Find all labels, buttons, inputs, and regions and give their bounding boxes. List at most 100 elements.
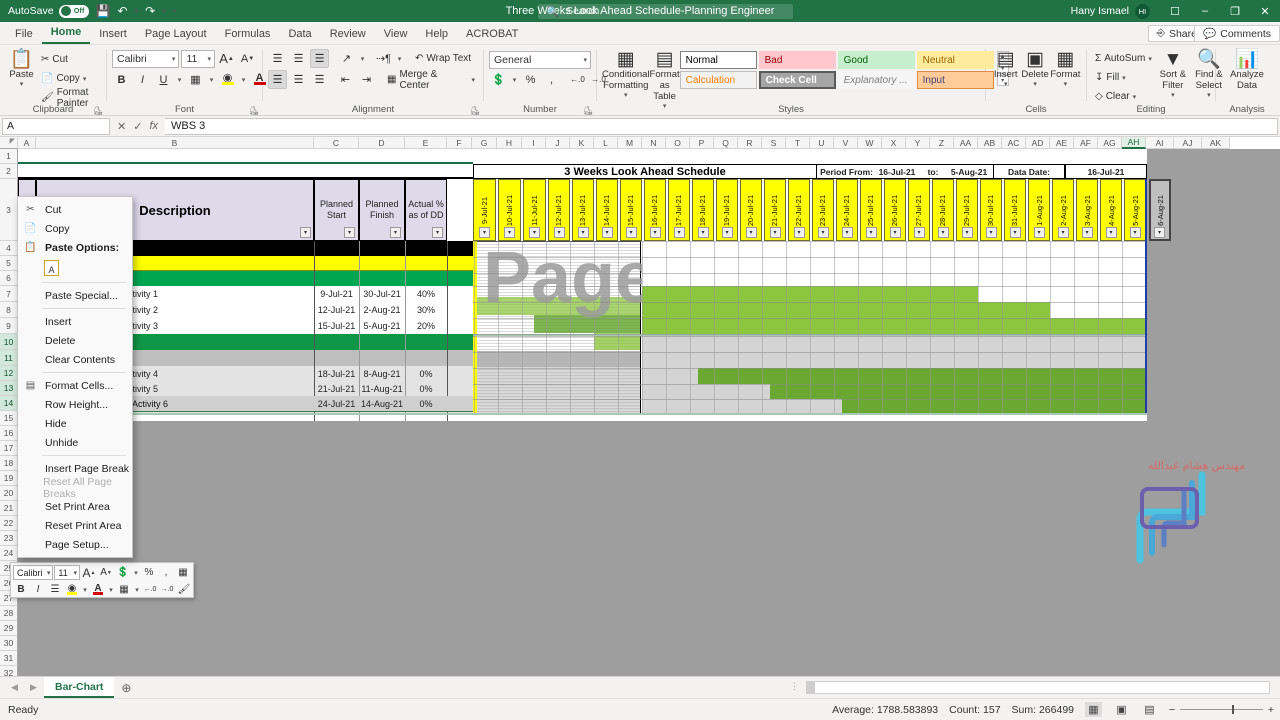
context-menu-item-paste-special[interactable]: Paste Special... [18,286,132,305]
row-header-6[interactable]: 6 [0,271,18,286]
col-header-AI[interactable]: AI [1146,137,1174,149]
percent-style-button[interactable]: % [521,70,540,89]
tab-review[interactable]: Review [321,25,375,44]
filter-planned-start[interactable]: ▾ [344,227,355,238]
font-size-combo[interactable]: 11 ▾ [181,49,215,68]
col-header-AB[interactable]: AB [978,137,1002,149]
row-header-31[interactable]: 31 [0,651,18,666]
comments-button[interactable]: 💬 Comments [1194,25,1280,42]
row-header-8[interactable]: 8 [0,302,18,318]
mini-percent-button[interactable]: % [141,565,157,581]
context-menu-item-reset-print-area[interactable]: Reset Print Area [18,516,132,535]
align-bottom-icon[interactable]: ☰ [310,49,329,68]
col-header-AC[interactable]: AC [1002,137,1026,149]
bold-button[interactable]: B [112,70,131,89]
style-good[interactable]: Good [837,51,915,69]
col-header-A[interactable]: A [18,137,36,149]
align-left-icon[interactable]: ☰ [268,70,287,89]
mini-toolbar[interactable]: Calibri ▾ 11 ▾ A ▲ A ▼ 💲 ▾ % , ▦ B I ☰ ◉ ▾ [10,562,194,598]
date-filter-1[interactable]: ▾ [479,227,490,238]
date-filter-13[interactable]: ▾ [769,227,781,238]
date-filter-26[interactable]: ▾ [1081,227,1093,238]
row-header-3[interactable]: 3 [0,179,18,241]
orientation-dropdown-icon[interactable]: ▾ [358,49,367,68]
col-header-X[interactable]: X [882,137,906,149]
date-filter-2[interactable]: ▾ [504,227,515,238]
col-header-C[interactable]: C [314,137,359,149]
align-middle-icon[interactable]: ☰ [289,49,308,68]
previous-sheet-icon[interactable]: ◀ [6,679,23,696]
restore-button[interactable]: ❐ [1220,0,1250,22]
row-header-15[interactable]: 15 [0,411,18,426]
col-header-K[interactable]: K [570,137,594,149]
row-header-23[interactable]: 23 [0,531,18,546]
row-header-7[interactable]: 7 [0,286,18,302]
font-family-combo[interactable]: Calibri ▾ [112,49,180,68]
alignment-dialog-launcher[interactable]: ⛸ [470,106,480,115]
date-filter-6[interactable]: ▾ [601,227,613,238]
select-all-corner[interactable]: ◤ [0,137,18,149]
zoom-out-button[interactable]: − [1169,704,1175,716]
text-direction-icon[interactable]: ⇢¶ [374,49,393,68]
row-header-5[interactable]: 5 [0,256,18,271]
tab-help[interactable]: Help [416,25,457,44]
col-header-J[interactable]: J [546,137,570,149]
row-header-21[interactable]: 21 [0,501,18,516]
horizontal-scrollbar[interactable] [806,681,1270,694]
gantt-chart-area[interactable]: Page 1 [473,179,1147,415]
row-header-11[interactable]: 11 [0,350,18,366]
paste-options-row[interactable]: A [18,257,132,279]
search-box[interactable]: 🔍 Search [538,3,793,19]
save-icon[interactable]: 💾 [96,4,111,18]
zoom-slider[interactable]: − + [1169,704,1274,716]
context-menu-item-unhide[interactable]: Unhide [18,433,132,452]
formula-input[interactable]: WBS 3 [165,117,1278,135]
close-button[interactable]: ✕ [1250,0,1280,22]
row-header-29[interactable]: 29 [0,621,18,636]
chevron-down-icon[interactable]: ▾ [1064,81,1068,89]
mini-accounting-format-icon[interactable]: 💲 [115,565,131,581]
chevron-down-icon[interactable]: ▾ [1122,74,1126,82]
font-dialog-launcher[interactable]: ⛸ [249,106,259,115]
increase-decimal-icon[interactable]: ←.0 [568,70,587,89]
col-header-D[interactable]: D [359,137,405,149]
decrease-indent-icon[interactable]: ⇤ [336,70,355,89]
tab-data[interactable]: Data [279,25,320,44]
col-header-O[interactable]: O [666,137,690,149]
row-header-16[interactable]: 16 [0,426,18,441]
mini-merge-center-icon[interactable]: ▦ [175,565,191,581]
name-box[interactable]: A [2,117,110,135]
row-header-14[interactable]: 14 [0,396,18,411]
mini-borders-dropdown-icon[interactable]: ▾ [133,582,141,598]
mini-bold-button[interactable]: B [13,582,29,598]
page-break-preview-icon[interactable]: ▤ [1141,702,1158,717]
col-header-M[interactable]: M [618,137,642,149]
split-handle[interactable]: ⋮ [790,681,799,692]
undo-dropdown-icon[interactable]: ▾ [135,7,139,15]
fill-color-icon[interactable]: ◉ [218,70,237,89]
increase-font-size-button[interactable]: A ▲ [217,49,236,68]
autosum-button[interactable]: Σ AutoSum ▾ [1092,49,1155,68]
mini-format-painter-icon[interactable]: 🖌 [176,582,192,598]
chevron-down-icon[interactable]: ▾ [1033,81,1037,89]
copy-dropdown-icon[interactable]: ▾ [83,75,87,83]
page-layout-view-icon[interactable]: ▣ [1113,702,1130,717]
redo-dropdown-icon[interactable]: ▾ [162,7,166,15]
mini-decrease-decimal-icon[interactable]: →.0 [159,582,175,598]
horizontal-scrollbar-thumb[interactable] [807,682,815,693]
clipboard-dialog-launcher[interactable]: ⛸ [93,106,103,115]
accounting-dropdown-icon[interactable]: ▾ [510,70,519,89]
tab-page-layout[interactable]: Page Layout [136,25,216,44]
mini-comma-button[interactable]: , [158,565,174,581]
insert-function-icon[interactable]: fx [149,120,158,132]
underline-dropdown-icon[interactable]: ▾ [175,70,184,89]
accounting-format-icon[interactable]: 💲 [489,70,508,89]
analyze-data-button[interactable]: 📊 Analyze Data [1221,48,1273,92]
style-input[interactable]: Input [916,71,994,89]
row-header-18[interactable]: 18 [0,456,18,471]
row-header-2[interactable]: 2 [0,164,18,179]
row-header-19[interactable]: 19 [0,471,18,486]
mini-borders-icon[interactable]: ▦ [116,582,132,598]
col-header-AA[interactable]: AA [954,137,978,149]
col-header-P[interactable]: P [690,137,714,149]
